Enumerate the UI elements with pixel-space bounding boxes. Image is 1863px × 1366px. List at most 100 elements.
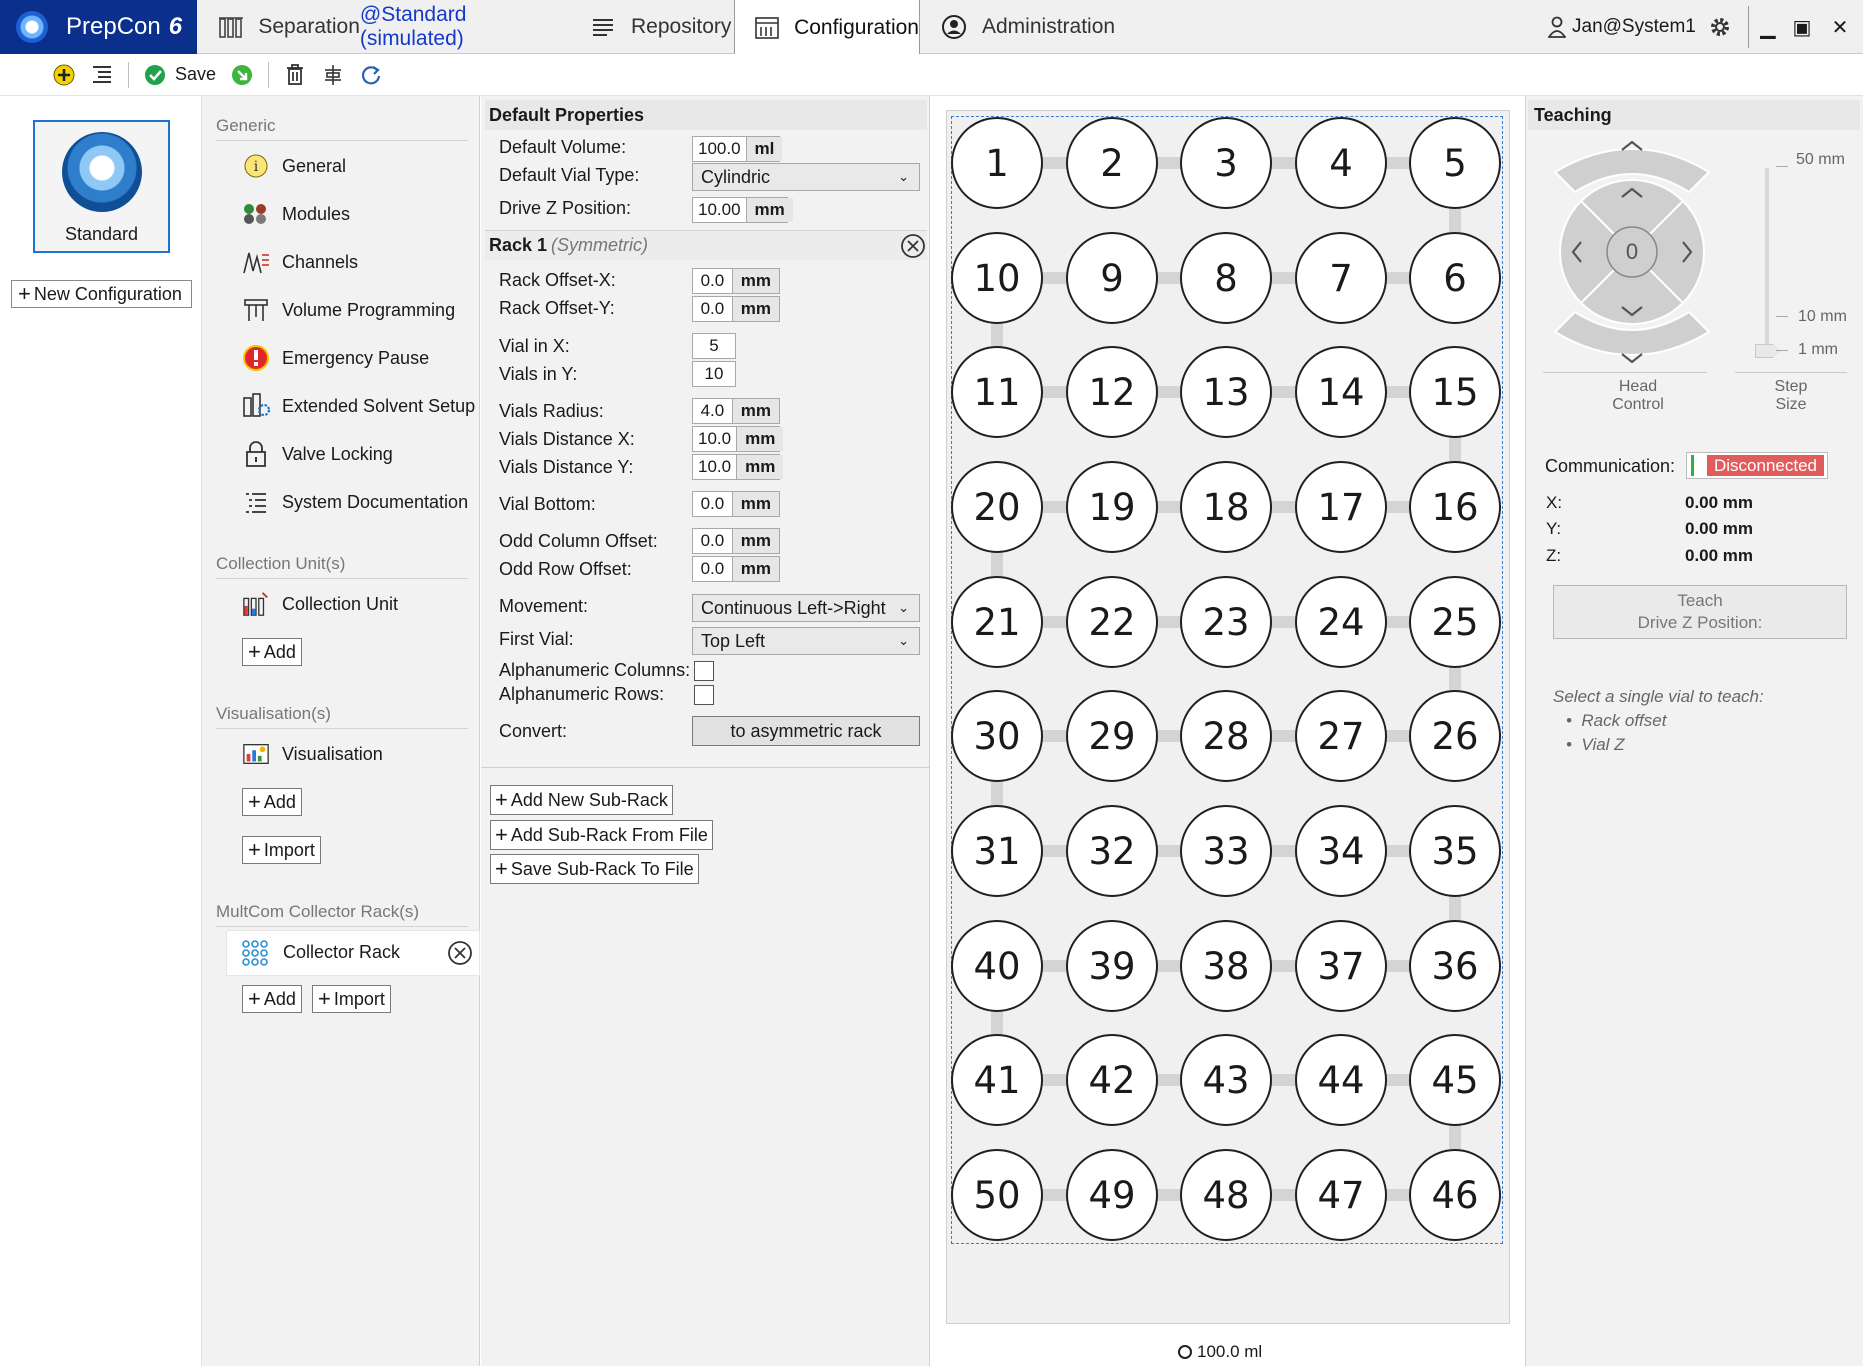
vial[interactable]: 12: [1066, 346, 1158, 438]
new-configuration-button[interactable]: + New Configuration: [11, 280, 192, 308]
drive-z-position-field[interactable]: 10.00 mm: [692, 197, 793, 223]
import-visualisation-button[interactable]: + Import: [242, 836, 321, 864]
vial[interactable]: 39: [1066, 920, 1158, 1012]
vial[interactable]: 40: [951, 920, 1043, 1012]
default-vial-type-select[interactable]: Cylindric ⌄: [692, 163, 920, 191]
remove-circle-icon[interactable]: [447, 940, 473, 966]
nav-item-volume-programming[interactable]: Volume Programming: [242, 296, 455, 324]
rack-offset-x-field[interactable]: 0.0 mm: [692, 268, 780, 294]
movement-select[interactable]: Continuous Left->Right ⌄: [692, 594, 920, 622]
vial[interactable]: 30: [951, 690, 1043, 782]
filter-tool-icon[interactable]: [321, 63, 345, 87]
vial[interactable]: 41: [951, 1034, 1043, 1126]
vial[interactable]: 20: [951, 461, 1043, 553]
vial[interactable]: 45: [1409, 1034, 1501, 1126]
teach-drive-z-button[interactable]: Teach Drive Z Position:: [1553, 585, 1847, 639]
tab-separation[interactable]: Separation @Standard (simulated): [199, 0, 571, 54]
vial[interactable]: 32: [1066, 805, 1158, 897]
add-new-sub-rack-button[interactable]: + Add New Sub-Rack: [490, 785, 673, 815]
vial[interactable]: 47: [1295, 1149, 1387, 1241]
first-vial-select[interactable]: Top Left ⌄: [692, 627, 920, 655]
delete-trash-icon[interactable]: [283, 63, 307, 87]
vial[interactable]: 10: [951, 232, 1043, 324]
vial[interactable]: 21: [951, 576, 1043, 668]
vial[interactable]: 26: [1409, 690, 1501, 782]
maximize-icon[interactable]: ▣: [1782, 0, 1822, 54]
vials-distance-x-field[interactable]: 10.0 mm: [692, 426, 784, 452]
add-visualisation-button[interactable]: + Add: [242, 788, 302, 816]
nav-item-system-documentation[interactable]: System Documentation: [242, 488, 468, 516]
vial[interactable]: 48: [1180, 1149, 1272, 1241]
vial[interactable]: 33: [1180, 805, 1272, 897]
nav-item-modules[interactable]: Modules: [242, 200, 350, 228]
vial[interactable]: 7: [1295, 232, 1387, 324]
vial[interactable]: 50: [951, 1149, 1043, 1241]
nav-item-general[interactable]: i General: [242, 152, 346, 180]
vial[interactable]: 5: [1409, 117, 1501, 209]
vial[interactable]: 31: [951, 805, 1043, 897]
vial[interactable]: 14: [1295, 346, 1387, 438]
vial[interactable]: 8: [1180, 232, 1272, 324]
vial[interactable]: 28: [1180, 690, 1272, 782]
vial[interactable]: 36: [1409, 920, 1501, 1012]
vial[interactable]: 4: [1295, 117, 1387, 209]
vial[interactable]: 46: [1409, 1149, 1501, 1241]
vial[interactable]: 27: [1295, 690, 1387, 782]
nav-item-visualisation[interactable]: Visualisation: [242, 740, 383, 768]
configuration-tile-standard[interactable]: Standard: [33, 120, 170, 253]
rack-offset-y-field[interactable]: 0.0 mm: [692, 296, 780, 322]
vial[interactable]: 18: [1180, 461, 1272, 553]
vial[interactable]: 23: [1180, 576, 1272, 668]
gear-icon[interactable]: [1708, 15, 1732, 39]
vial[interactable]: 9: [1066, 232, 1158, 324]
add-sub-rack-from-file-button[interactable]: + Add Sub-Rack From File: [490, 820, 713, 850]
close-icon[interactable]: ✕: [1820, 0, 1860, 54]
nav-item-emergency-pause[interactable]: Emergency Pause: [242, 344, 429, 372]
save-sub-rack-to-file-button[interactable]: + Save Sub-Rack To File: [490, 854, 699, 884]
indent-list-icon[interactable]: [90, 63, 114, 87]
add-plus-icon[interactable]: [52, 63, 76, 87]
vial[interactable]: 37: [1295, 920, 1387, 1012]
vial[interactable]: 35: [1409, 805, 1501, 897]
vial[interactable]: 2: [1066, 117, 1158, 209]
vial[interactable]: 38: [1180, 920, 1272, 1012]
vial[interactable]: 16: [1409, 461, 1501, 553]
tab-administration[interactable]: Administration: [922, 0, 1152, 54]
vial[interactable]: 43: [1180, 1034, 1272, 1126]
vial[interactable]: 1: [951, 117, 1043, 209]
vial-in-x-field[interactable]: 5: [692, 333, 736, 359]
step-size-track[interactable]: [1765, 168, 1769, 356]
vial[interactable]: 49: [1066, 1149, 1158, 1241]
nav-item-collector-rack[interactable]: Collector Rack: [226, 930, 480, 976]
vials-distance-y-field[interactable]: 10.0 mm: [692, 454, 784, 480]
import-collector-rack-button[interactable]: + Import: [312, 985, 391, 1013]
vial[interactable]: 25: [1409, 576, 1501, 668]
nav-item-valve-locking[interactable]: Valve Locking: [242, 440, 393, 468]
vial-bottom-field[interactable]: 0.0 mm: [692, 491, 780, 517]
add-collection-unit-button[interactable]: + Add: [242, 638, 302, 666]
alphanumeric-rows-checkbox[interactable]: [694, 685, 714, 705]
nav-item-channels[interactable]: Channels: [242, 248, 358, 276]
save-check-icon[interactable]: [143, 63, 167, 87]
vial[interactable]: 15: [1409, 346, 1501, 438]
nav-item-extended-solvent-setup[interactable]: Extended Solvent Setup: [242, 392, 475, 420]
vial[interactable]: 34: [1295, 805, 1387, 897]
tab-repository[interactable]: Repository: [571, 0, 734, 54]
vial[interactable]: 24: [1295, 576, 1387, 668]
tab-configuration[interactable]: Configuration: [734, 0, 920, 56]
odd-row-offset-field[interactable]: 0.0 mm: [692, 556, 780, 582]
nav-item-collection-unit[interactable]: Collection Unit: [242, 590, 398, 618]
vial[interactable]: 22: [1066, 576, 1158, 668]
user-badge[interactable]: Jan@System1: [1548, 0, 1732, 54]
vial[interactable]: 11: [951, 346, 1043, 438]
save-button[interactable]: Save: [175, 64, 216, 85]
default-volume-field[interactable]: 100.0 ml: [692, 136, 783, 162]
refresh-icon[interactable]: [359, 63, 383, 87]
vial[interactable]: 17: [1295, 461, 1387, 553]
add-collector-rack-button[interactable]: + Add: [242, 985, 302, 1013]
remove-rack-icon[interactable]: [900, 233, 926, 259]
alphanumeric-columns-checkbox[interactable]: [694, 661, 714, 681]
vial[interactable]: 44: [1295, 1034, 1387, 1126]
apply-arrow-icon[interactable]: [230, 63, 254, 87]
vial[interactable]: 6: [1409, 232, 1501, 324]
